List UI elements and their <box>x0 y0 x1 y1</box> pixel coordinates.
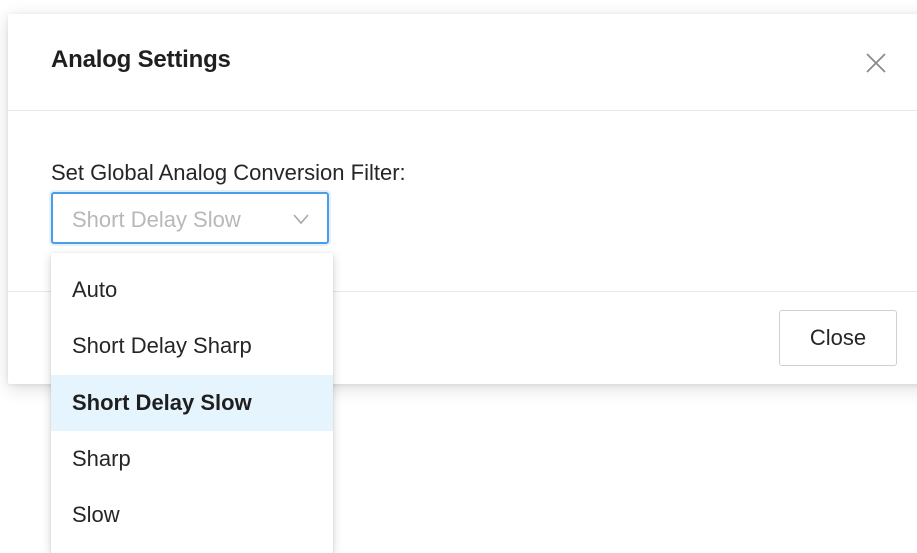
dropdown-option-sharp[interactable]: Sharp <box>51 431 333 487</box>
close-button[interactable]: Close <box>779 310 897 366</box>
select-current-value: Short Delay Slow <box>72 207 241 232</box>
dropdown-option-short-delay-slow[interactable]: Short Delay Slow <box>51 375 333 431</box>
dropdown-option-short-delay-sharp[interactable]: Short Delay Sharp <box>51 318 333 374</box>
dialog-title: Analog Settings <box>51 46 231 73</box>
filter-label: Set Global Analog Conversion Filter: <box>51 160 406 185</box>
dialog-header: Analog Settings <box>8 14 917 111</box>
chevron-down-icon <box>293 212 309 226</box>
close-icon[interactable] <box>864 51 888 75</box>
dropdown-option-auto[interactable]: Auto <box>51 262 333 318</box>
conversion-filter-select[interactable]: Short Delay Slow <box>51 192 329 244</box>
filter-dropdown-menu: Auto Short Delay Sharp Short Delay Slow … <box>51 253 333 553</box>
dropdown-option-slow[interactable]: Slow <box>51 487 333 543</box>
